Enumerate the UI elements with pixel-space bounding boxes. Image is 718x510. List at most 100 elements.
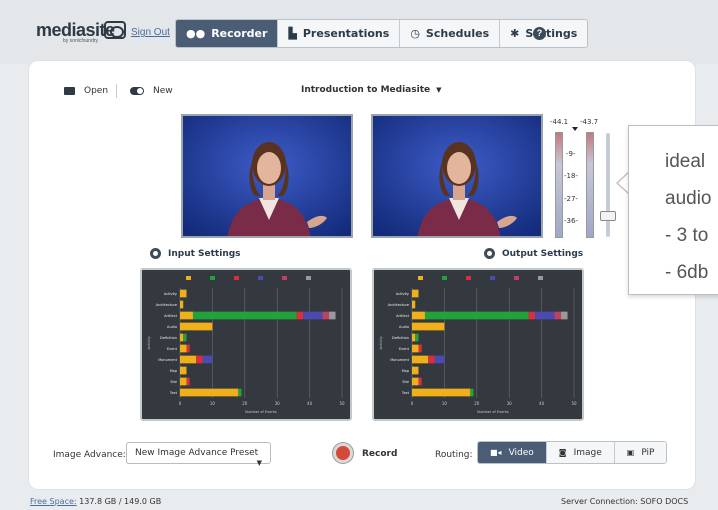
- bar-segment: [180, 300, 184, 309]
- legend-swatch: [210, 276, 215, 280]
- record-button[interactable]: [333, 443, 353, 463]
- bar-segment: [180, 322, 213, 331]
- presenter-image: [183, 116, 351, 236]
- output-activity-chart: 0 10 20 30 40 50 Activity Architecture Artifact A…: [372, 268, 584, 421]
- routing-option-label: Video: [508, 447, 534, 458]
- bar-segment: [186, 377, 190, 386]
- server-connection-status: Server Connection: SOFO DOCS: [561, 497, 689, 506]
- x-tick-label: 20: [474, 401, 480, 406]
- bar-segment: [296, 311, 304, 320]
- right-level-meter: [586, 132, 594, 238]
- routing-pip-button[interactable]: ▣ PiP: [614, 442, 667, 463]
- bar-segment: [329, 311, 336, 320]
- sign-out-link[interactable]: Sign Out: [131, 27, 170, 38]
- callout-line: audio: [665, 188, 712, 209]
- bar-segment: [183, 333, 187, 342]
- bar-segment: [418, 344, 422, 353]
- new-label: New: [153, 86, 173, 96]
- x-tick-label: 40: [539, 401, 545, 406]
- output-settings-button[interactable]: Output Settings: [484, 248, 583, 259]
- legend-swatch: [186, 276, 191, 280]
- bar-segment: [180, 289, 187, 298]
- meter-tick: -9-: [566, 150, 576, 158]
- audio-tip-callout: ideal audio - 3 to - 6db: [628, 125, 718, 295]
- y-tick-label: Activity: [164, 292, 177, 296]
- x-tick-label: 10: [210, 401, 216, 406]
- routing-label: Routing:: [435, 450, 473, 460]
- callout-line: - 3 to: [665, 225, 709, 246]
- record-label: Record: [362, 449, 398, 459]
- legend-swatch: [538, 276, 543, 280]
- toolbar-divider: [116, 84, 117, 98]
- input-settings-button[interactable]: Input Settings: [150, 248, 241, 259]
- x-tick-label: 50: [571, 401, 577, 406]
- bar-segment: [412, 366, 419, 375]
- video-icon: ■◂: [490, 448, 502, 457]
- routing-option-label: PiP: [641, 447, 655, 458]
- routing-video-button[interactable]: ■◂ Video: [478, 442, 547, 463]
- x-tick-label: 20: [242, 401, 248, 406]
- legend-swatch: [306, 276, 311, 280]
- presentation-title-dropdown[interactable]: Introduction to Mediasite ▼: [301, 85, 442, 95]
- bar-segment: [180, 377, 187, 386]
- gain-slider-track[interactable]: [606, 133, 610, 237]
- x-tick-label: 0: [411, 401, 414, 406]
- y-tick-label: Architecture: [156, 303, 177, 307]
- legend-swatch: [442, 276, 447, 280]
- right-level-value: -43.7: [580, 118, 599, 126]
- meter-tick: -27-: [564, 195, 578, 203]
- image-advance-value: New Image Advance Preset: [135, 448, 259, 458]
- meter-tick: -36-: [564, 217, 578, 225]
- recorder-panel: Open New Introduction to Mediasite ▼ -44…: [28, 60, 696, 490]
- y-tick-label: Monument: [390, 358, 409, 362]
- y-axis-label: Activity: [147, 336, 151, 349]
- output-video-preview: [371, 114, 543, 238]
- presentation-title: Introduction to Mediasite: [301, 85, 431, 95]
- gear-icon: ✱: [510, 27, 520, 40]
- y-tick-label: Event: [167, 347, 178, 351]
- tab-recorder[interactable]: ●● Recorder: [176, 20, 279, 47]
- bar-segment: [412, 344, 419, 353]
- y-tick-label: Activity: [396, 292, 409, 296]
- legend-swatch: [466, 276, 471, 280]
- bar-segment: [180, 311, 193, 320]
- bar-segment: [535, 311, 555, 320]
- chart-svg: 0 10 20 30 40 50 Activity Architecture Artifact A…: [147, 276, 345, 414]
- legend-swatch: [282, 276, 287, 280]
- help-icon[interactable]: ?: [533, 27, 546, 40]
- bar-segment: [196, 355, 203, 364]
- legend-swatch: [258, 276, 263, 280]
- bar-segment: [554, 311, 562, 320]
- free-space-value: 137.8 GB / 149.0 GB: [79, 497, 162, 506]
- free-space-link[interactable]: Free Space:: [30, 497, 77, 506]
- bar-segment: [238, 388, 242, 397]
- routing-option-label: Image: [573, 447, 602, 458]
- x-tick-label: 10: [442, 401, 448, 406]
- y-tick-label: Artifact: [396, 314, 409, 318]
- gear-icon: [150, 248, 161, 259]
- y-tick-label: Text: [401, 391, 410, 395]
- new-toggle-icon: [130, 87, 144, 95]
- y-axis-label: Activity: [379, 336, 383, 349]
- routing-image-button[interactable]: ◙ Image: [546, 442, 615, 463]
- open-button[interactable]: Open: [64, 86, 108, 96]
- output-settings-label: Output Settings: [502, 248, 584, 259]
- pip-icon: ▣: [626, 448, 635, 457]
- input-video-preview: [181, 114, 353, 238]
- bar-segment: [180, 388, 239, 397]
- image-advance-select[interactable]: New Image Advance Preset ▼: [126, 442, 271, 467]
- presentations-icon: ▙: [288, 27, 297, 40]
- tab-presentations[interactable]: ▙ Presentations: [278, 20, 401, 47]
- bar-segment: [412, 377, 419, 386]
- gain-slider-handle[interactable]: [600, 211, 616, 221]
- logo-subtitle: by sonicfoundry: [63, 38, 99, 44]
- bar-segment: [412, 355, 429, 364]
- bar-segment: [192, 311, 297, 320]
- gear-icon: [484, 248, 495, 259]
- new-button[interactable]: New: [130, 86, 173, 96]
- tab-label: Recorder: [211, 27, 268, 40]
- x-tick-label: 30: [507, 401, 513, 406]
- tab-schedules[interactable]: ◷ Schedules: [400, 20, 501, 47]
- callout-line: ideal: [665, 151, 706, 172]
- legend-swatch: [490, 276, 495, 280]
